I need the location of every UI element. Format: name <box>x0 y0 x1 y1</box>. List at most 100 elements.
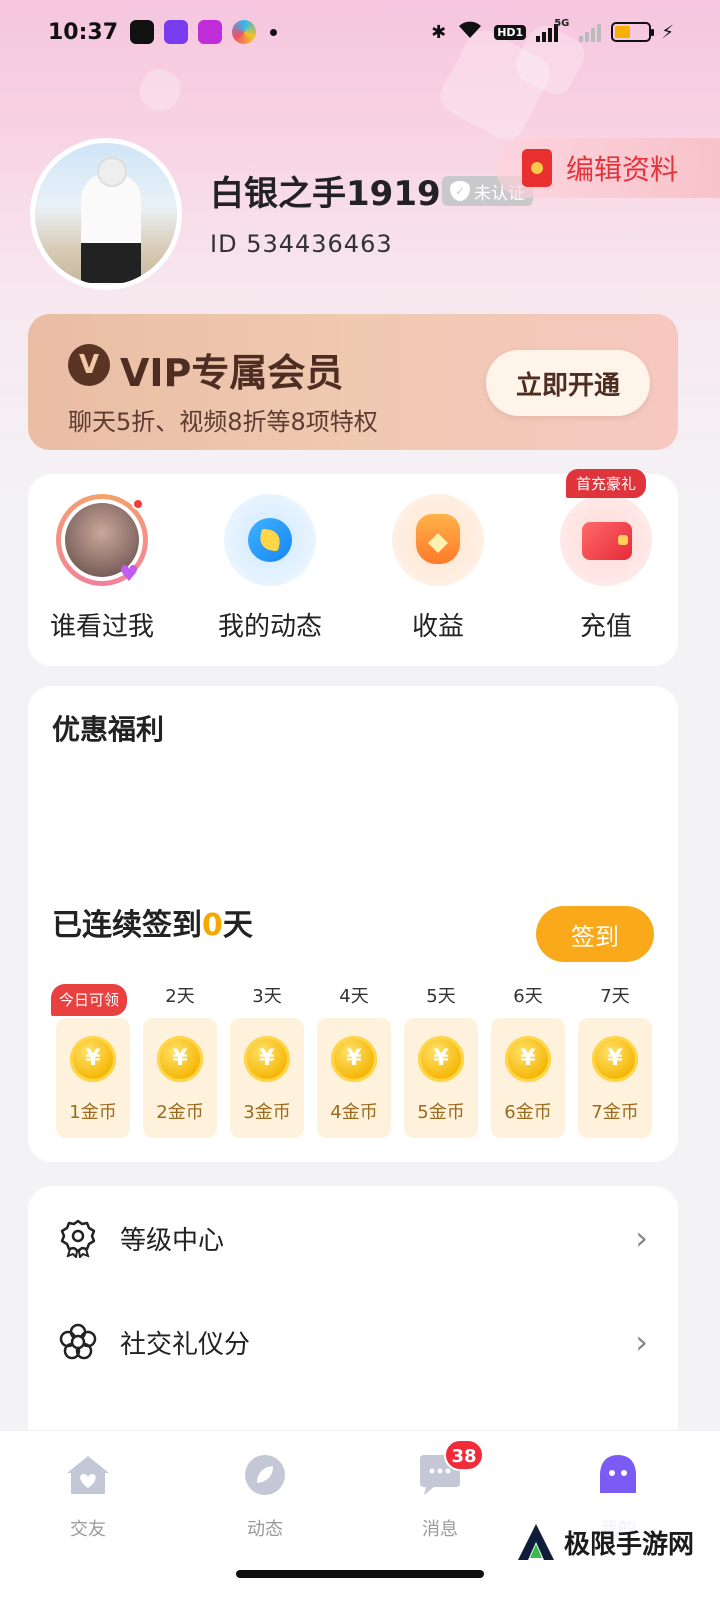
cat-app-icon <box>164 20 189 44</box>
unread-message-badge: 38 <box>444 1439 484 1471</box>
vip-banner[interactable]: V VIP专属会员 聊天5折、视频8折等8项特权 立即开通 <box>28 314 678 450</box>
flower-icon <box>59 1323 97 1360</box>
checkin-days-row: 今日可领 ¥1金币 2天 ¥2金币 3天 ¥3金币 4天 ¥4金币 5天 ¥5金… <box>50 984 652 1144</box>
moments-icon <box>224 494 316 586</box>
checkin-day-1[interactable]: 今日可领 ¥1金币 <box>50 984 130 1138</box>
vip-title: VIP专属会员 <box>120 351 344 395</box>
menu-item-level-center[interactable]: 等级中心 › <box>28 1188 678 1288</box>
vip-v-icon: V <box>68 344 110 386</box>
checkin-day-6[interactable]: 6天 ¥6金币 <box>491 984 565 1138</box>
user-id: ID 534436463 <box>210 230 393 258</box>
streak-count: 0 <box>202 908 223 943</box>
checkin-day-4[interactable]: 4天 ¥4金币 <box>317 984 391 1138</box>
checkin-button[interactable]: 签到 <box>536 906 654 962</box>
day-label: 7天 <box>600 986 630 1007</box>
checkin-day-5[interactable]: 5天 ¥5金币 <box>404 984 478 1138</box>
wifi-icon <box>456 20 484 45</box>
quick-action-my-moments[interactable]: 我的动态 <box>200 494 340 643</box>
checkin-day-2[interactable]: 2天 ¥2金币 <box>143 984 217 1138</box>
home-indicator[interactable] <box>236 1570 484 1578</box>
profile-face-icon <box>594 1453 642 1497</box>
battery-level <box>615 26 630 38</box>
vip-subtitle: 聊天5折、视频8折等8项特权 <box>68 408 378 436</box>
nav-label: 交友 <box>70 1519 106 1540</box>
menu-item-social-etiquette[interactable]: 社交礼仪分 › <box>28 1292 678 1392</box>
watermark-logo-icon <box>516 1522 556 1562</box>
day-label: 4天 <box>339 986 369 1007</box>
checkin-streak: 已连续签到0天 <box>52 900 253 944</box>
avatar[interactable] <box>30 138 182 290</box>
day-label: 3天 <box>252 986 282 1007</box>
nav-tab-messages[interactable]: 38 消息 <box>380 1439 500 1541</box>
quick-action-earnings[interactable]: 收益 <box>368 494 508 643</box>
game-app-icon <box>198 20 223 44</box>
gold-coin-icon: ¥ <box>70 1036 116 1082</box>
streak-prefix: 已连续签到 <box>52 908 202 943</box>
benefits-card: 优惠福利 已连续签到0天 签到 今日可领 ¥1金币 2天 ¥2金币 3天 ¥3金… <box>28 686 678 1162</box>
settings-menu-card: 等级中心 › 社交礼仪分 › <box>28 1186 678 1456</box>
more-notifications-dot <box>270 28 278 36</box>
browser-app-icon <box>232 20 257 44</box>
coin-reward: 1金币 <box>69 1102 117 1123</box>
chat-bubble-icon: 38 <box>416 1439 484 1497</box>
heart-icon: ♥ <box>119 562 139 587</box>
day-label: 6天 <box>513 986 543 1007</box>
red-envelope-icon <box>522 149 552 187</box>
checkin-day-7[interactable]: 7天 ¥7金币 <box>578 984 652 1138</box>
first-recharge-promo-tag: 首充豪礼 <box>565 469 646 498</box>
shield-check-icon: ✓ <box>450 181 470 201</box>
leaf-icon <box>241 1453 289 1497</box>
edit-profile-button[interactable]: 编辑资料 <box>496 138 720 198</box>
menu-item-label: 社交礼仪分 <box>120 1329 251 1360</box>
gold-coin-icon: ¥ <box>331 1036 377 1082</box>
status-time: 10:37 <box>48 19 119 45</box>
status-bar: 10:37 ✱ HD1 5G ⚡ <box>0 0 720 64</box>
quick-actions-card: ♥ 谁看过我 我的动态 收益 充值 首充豪礼 <box>28 469 678 666</box>
checkin-day-3[interactable]: 3天 ¥3金币 <box>230 984 304 1138</box>
gold-coin-icon: ¥ <box>244 1036 290 1082</box>
vip-open-button[interactable]: 立即开通 <box>486 350 650 416</box>
wallet-icon <box>560 494 652 586</box>
site-watermark: 极限手游网 <box>507 1518 702 1566</box>
streak-suffix: 天 <box>222 908 253 943</box>
edit-profile-label: 编辑资料 <box>566 153 679 186</box>
level-badge-icon <box>60 1219 96 1258</box>
chevron-right-icon: › <box>635 1323 648 1361</box>
coin-reward: 7金币 <box>591 1102 639 1123</box>
quick-action-who-viewed-me[interactable]: ♥ 谁看过我 <box>32 494 172 643</box>
charging-icon: ⚡ <box>661 21 674 43</box>
tiktok-icon <box>130 20 155 44</box>
day-label: 2天 <box>165 986 195 1007</box>
money-bag-icon <box>392 494 484 586</box>
gold-coin-icon: ¥ <box>505 1036 551 1082</box>
gold-coin-icon: ¥ <box>592 1036 638 1082</box>
avatar-photo-head <box>97 157 127 187</box>
gold-coin-icon: ¥ <box>418 1036 464 1082</box>
nav-tab-friends[interactable]: 交友 <box>28 1453 148 1541</box>
coin-reward: 4金币 <box>330 1102 378 1123</box>
coin-reward: 3金币 <box>243 1102 291 1123</box>
new-dot-indicator <box>132 498 144 510</box>
nickname: 白银之手1919 <box>210 174 441 214</box>
quick-action-label: 谁看过我 <box>49 612 154 642</box>
watermark-text: 极限手游网 <box>563 1529 694 1560</box>
nav-label: 动态 <box>247 1519 283 1540</box>
avatar-viewer-icon: ♥ <box>56 494 148 587</box>
coin-reward: 6金币 <box>504 1102 552 1123</box>
quick-action-label: 收益 <box>411 612 464 642</box>
quick-action-recharge[interactable]: 充值 <box>536 494 676 643</box>
day-label: 5天 <box>426 986 456 1007</box>
home-heart-icon <box>64 1453 112 1497</box>
coin-reward: 5金币 <box>417 1102 465 1123</box>
nav-tab-moments[interactable]: 动态 <box>205 1453 325 1541</box>
coin-reward: 2金币 <box>156 1102 204 1123</box>
quick-action-label: 我的动态 <box>217 612 322 642</box>
gold-coin-icon: ¥ <box>157 1036 203 1082</box>
menu-item-label: 等级中心 <box>120 1225 225 1256</box>
avatar-photo-shirt <box>81 243 141 283</box>
battery-icon <box>611 22 655 42</box>
hd-voice-icon: HD1 <box>494 24 527 40</box>
network-type-label: 5G <box>554 17 570 29</box>
benefits-title: 优惠福利 <box>52 713 165 746</box>
nav-label: 消息 <box>422 1519 458 1540</box>
